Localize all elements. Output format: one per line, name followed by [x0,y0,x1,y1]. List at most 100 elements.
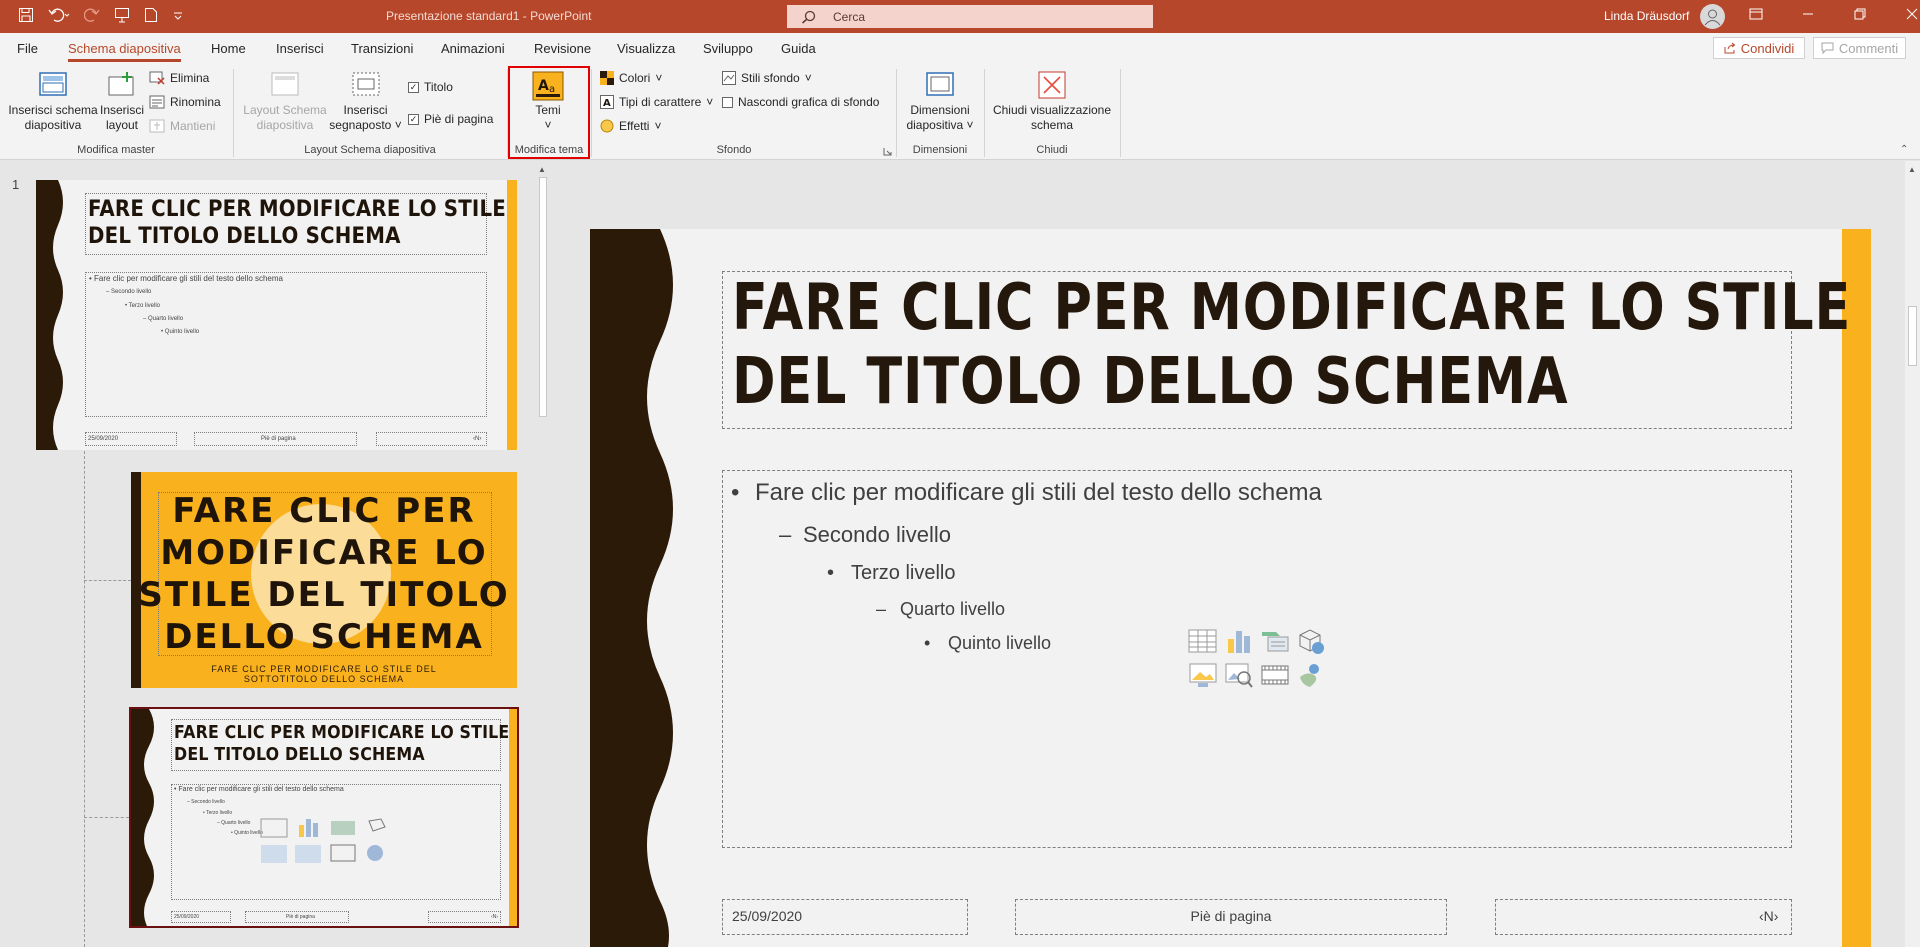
thumb2-subtitle: FARE CLIC PER MODIFICARE LO STILE DEL SO… [211,664,437,684]
gold-band [509,709,517,926]
page-number-placeholder[interactable] [1495,899,1792,935]
master-layout-button[interactable]: Layout Schema diapositiva [240,71,330,133]
insert-chart-icon[interactable] [1224,627,1254,655]
insert-icon-icon[interactable] [1296,661,1326,689]
fonts-dropdown[interactable]: A Tipi di carattere ˅ [600,95,713,109]
thumbnail-pane[interactable]: 1 FARE CLIC PER MODIFICARE LO STILE DEL T… [0,161,552,947]
insert-online-picture-icon[interactable] [1224,661,1254,689]
tab-sviluppo[interactable]: Sviluppo [703,41,753,56]
vertical-scrollbar[interactable]: ▲ [1905,161,1920,947]
tab-revisione[interactable]: Revisione [534,41,591,56]
title-checkbox-mark[interactable]: ✓ [408,81,419,93]
slide-page-number: ‹N› [1759,908,1779,924]
tree-connector [84,451,85,947]
insert-3d-model-icon[interactable] [1296,627,1326,655]
tree-connector [84,580,131,581]
close-master-view-label-2: schema [1030,118,1074,132]
hide-background-label: Nascondi grafica di sfondo [738,95,880,109]
title-checkbox-label: Titolo [424,80,453,94]
insert-slide-master-button[interactable]: Inserisci schema diapositiva [8,71,98,133]
preserve-button[interactable]: Mantieni [149,119,215,133]
tab-home[interactable]: Home [211,41,246,56]
tab-file[interactable]: File [17,41,38,56]
save-icon[interactable] [18,7,34,23]
new-file-icon[interactable] [144,7,158,23]
tab-transizioni[interactable]: Transizioni [351,41,413,56]
thumbnail-content-layout[interactable]: FARE CLIC PER MODIFICARE LO STILE DEL TIT… [129,707,519,928]
footer-checkbox-mark[interactable]: ✓ [408,113,419,125]
dialog-launcher-icon[interactable] [883,147,892,156]
text-level-1: • Fare clic per modificare gli stili del … [731,479,1322,506]
highlight-box [508,66,590,159]
group-label-chiudi: Chiudi [1036,144,1068,156]
fonts-icon: A [600,95,614,109]
title-checkbox[interactable]: ✓ Titolo [408,80,453,94]
insert-placeholder-label-2: segnaposto ˅ [329,118,402,132]
rename-button[interactable]: Rinomina [149,95,221,109]
fonts-label: Tipi di carattere [619,95,702,109]
footer-checkbox[interactable]: ✓ Piè di pagina [408,112,493,126]
share-icon [1724,42,1736,54]
insert-placeholder-button[interactable]: Inserisci segnaposto ˅ [328,71,403,133]
search-placeholder: Cerca [833,9,866,24]
undo-icon[interactable] [48,7,70,23]
background-styles-dropdown[interactable]: Stili sfondo ˅ [722,71,812,85]
ribbon-display-options-icon[interactable] [1748,6,1764,22]
redo-icon[interactable] [84,7,100,23]
user-name[interactable]: Linda Dräusdorf [1604,9,1689,23]
thumb-page: ‹N› [473,436,482,442]
tab-visualizza[interactable]: Visualizza [617,41,675,56]
thumbnail-title-layout[interactable]: FARE CLIC PER MODIFICARE LO STILE DEL TI… [131,472,517,688]
scroll-up-icon[interactable]: ▲ [538,165,546,174]
share-button[interactable]: Condividi [1713,37,1805,59]
customize-qat-icon[interactable] [172,7,184,23]
ribbon: Inserisci schema diapositiva Inserisci l… [0,65,1920,160]
slide-date: 25/09/2020 [732,908,803,924]
minimize-icon[interactable] [1800,6,1816,22]
gold-band [507,180,517,450]
insert-layout-button[interactable]: Inserisci layout [98,71,146,133]
search-icon [802,10,816,24]
thumb3-text-l1: • Fare clic per modificare gli stili del… [174,786,344,793]
scroll-thumb[interactable] [1908,306,1917,366]
close-master-view-button[interactable]: Chiudi visualizzazione schema [990,71,1114,133]
text-level-5: • Quinto livello [924,633,1052,653]
thumb3-text-l5: • Quinto livello [231,830,263,836]
tab-inserisci[interactable]: Inserisci [276,41,324,56]
colors-icon [600,71,614,85]
comments-button[interactable]: Commenti [1813,37,1906,59]
search-input[interactable]: Cerca [787,5,1153,28]
close-master-view-icon [1038,71,1066,99]
tab-guida[interactable]: Guida [781,41,816,56]
thumbnail-slide-master[interactable]: FARE CLIC PER MODIFICARE LO STILE DEL TIT… [36,180,517,450]
master-layout-label-1: Layout Schema [243,103,327,117]
master-layout-label-2: diapositiva [256,118,314,132]
colors-dropdown[interactable]: Colori ˅ [600,71,662,85]
thumbnail-scrollbar[interactable]: ▲ [536,165,550,947]
close-icon[interactable] [1904,6,1920,22]
insert-smartart-icon[interactable] [1260,627,1290,655]
delete-button[interactable]: Elimina [149,71,209,85]
avatar[interactable] [1700,4,1725,29]
thumb-text-l5: • Quinto livello [161,329,200,335]
slide-size-button[interactable]: Dimensioni diapositiva ˅ [900,71,980,133]
tab-schema-diapositiva[interactable]: Schema diapositiva [68,41,181,62]
insert-table-icon[interactable] [1188,627,1218,655]
insert-slide-master-label-2: diapositiva [24,118,82,132]
comment-icon [1821,42,1834,54]
restore-icon[interactable] [1852,6,1868,22]
insert-picture-icon[interactable] [1188,661,1218,689]
hide-background-checkbox[interactable]: Nascondi grafica di sfondo [722,95,879,109]
scroll-up-icon[interactable]: ▲ [1908,165,1916,174]
thumb3-footer: Piè di pagina [286,914,315,920]
effects-dropdown[interactable]: Effetti ˅ [600,119,661,133]
thumbnail-scroll-thumb[interactable] [539,177,547,417]
hide-background-checkbox-mark[interactable] [722,96,733,108]
present-icon[interactable] [114,7,130,23]
insert-layout-label-2: layout [105,118,139,132]
insert-video-icon[interactable] [1260,661,1290,689]
tab-animazioni[interactable]: Animazioni [441,41,505,56]
thumb3-title: FARE CLIC PER MODIFICARE LO STILE DEL TIT… [174,722,510,765]
wave-band [131,709,154,926]
collapse-ribbon-icon[interactable]: ⌃ [1900,144,1908,155]
